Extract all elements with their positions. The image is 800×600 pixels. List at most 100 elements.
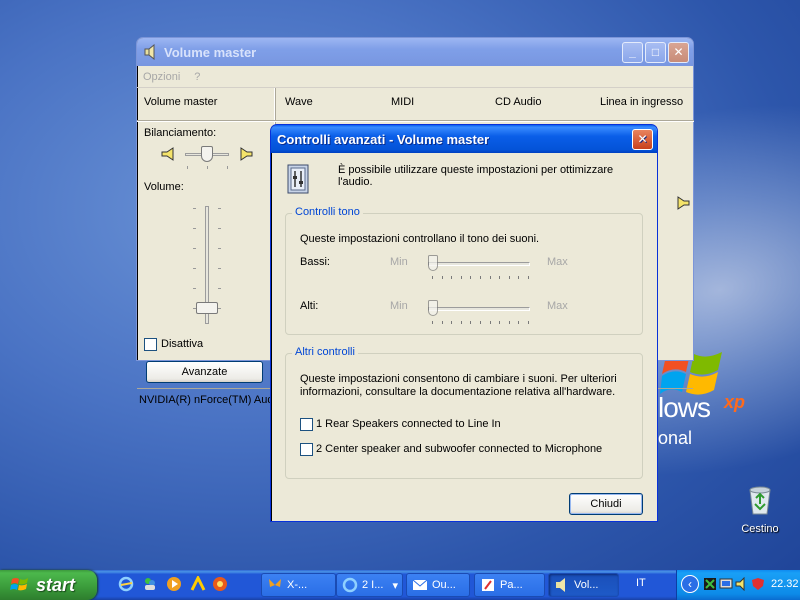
option-2-checkbox[interactable] — [300, 443, 313, 456]
slider-tick — [480, 276, 481, 279]
task-button-3[interactable]: Ou... — [406, 573, 470, 597]
task-label-2: 2 I... — [362, 579, 384, 591]
speaker-app-icon — [144, 44, 155, 60]
treble-label: Alti: — [300, 300, 319, 312]
task-button-4[interactable]: Pa... — [474, 573, 545, 597]
volume-task-icon — [556, 578, 565, 592]
minimize-button[interactable]: _ — [622, 41, 643, 63]
dialog-title: Controlli avanzati - Volume master — [277, 131, 490, 147]
tick — [218, 248, 221, 249]
dialog-intro-text: È possibile utilizzare queste impostazio… — [338, 164, 614, 188]
treble-slider-thumb[interactable] — [428, 300, 438, 316]
bass-max-label: Max — [547, 256, 568, 268]
treble-max-label: Max — [547, 300, 568, 312]
bass-slider-thumb[interactable] — [428, 255, 438, 271]
winamp-icon[interactable] — [190, 576, 206, 592]
bass-track — [428, 262, 530, 266]
bass-label: Bassi: — [300, 256, 330, 268]
slider-tick — [460, 276, 462, 279]
show-hidden-icons-button[interactable]: ‹ — [681, 575, 699, 593]
windows-flag-icon — [10, 578, 28, 591]
settings-tower-icon — [287, 164, 309, 194]
tone-controls-group: Controlli tono Queste impostazioni contr… — [285, 206, 643, 335]
dialog-body: È possibile utilizzare queste impostazio… — [271, 153, 657, 521]
menu-help[interactable]: ? — [194, 71, 200, 83]
recycle-bin-shortcut[interactable]: Cestino — [730, 482, 790, 535]
start-label: start — [36, 574, 76, 595]
slider-tick — [451, 276, 453, 279]
option-1-checkbox[interactable] — [300, 418, 313, 431]
tone-description: Queste impostazioni controllano il tono … — [300, 233, 540, 245]
security-icon[interactable] — [751, 577, 765, 591]
tick — [218, 208, 221, 209]
internet-explorer-icon[interactable] — [118, 576, 134, 592]
option-2-label[interactable]: 2 Center speaker and subwoofer connected… — [316, 443, 602, 455]
close-button[interactable]: ✕ — [668, 41, 689, 63]
clock[interactable]: 22.32 — [771, 578, 799, 590]
slider-tick — [432, 276, 433, 279]
tick — [218, 288, 221, 289]
balance-slider-thumb[interactable] — [201, 146, 213, 162]
slider-tick — [480, 321, 481, 324]
recycle-bin-icon — [749, 486, 771, 515]
mute-label: Disattiva — [161, 338, 204, 350]
media-player-icon[interactable] — [166, 576, 182, 592]
start-button[interactable]: start — [0, 570, 97, 600]
volume-label: Volume: — [144, 181, 184, 193]
tick — [218, 228, 221, 229]
messenger-icon[interactable] — [142, 576, 158, 592]
task-button-5[interactable]: Vol... — [548, 573, 619, 597]
advanced-button[interactable]: Avanzate — [146, 361, 263, 383]
column-header-cd-audio: CD Audio — [495, 96, 542, 108]
task-button-2[interactable]: 2 I... ▾ — [336, 573, 403, 597]
tick — [227, 166, 228, 169]
slider-tick — [499, 321, 501, 324]
mute-checkbox[interactable] — [144, 338, 157, 351]
network-icon[interactable] — [703, 577, 717, 591]
volume-master-titlebar[interactable]: Volume master _ □ ✕ — [137, 38, 693, 66]
dialog-close-button[interactable]: ✕ — [632, 128, 653, 150]
paint-icon — [482, 579, 494, 591]
tick — [218, 268, 221, 269]
master-volume-column: Volume master Bilanciamento: Volume: Dis… — [137, 88, 694, 351]
tick — [218, 308, 221, 309]
slider-tick — [518, 321, 520, 324]
slider-tick — [470, 276, 472, 279]
other-controls-legend: Altri controlli — [292, 346, 358, 358]
tick — [187, 166, 188, 169]
column-header-wave: Wave — [285, 96, 313, 108]
advanced-controls-dialog: Controlli avanzati - Volume master ✕ È p… — [270, 124, 658, 522]
task-label-4: Pa... — [500, 579, 523, 591]
display-icon[interactable] — [719, 577, 733, 591]
slider-tick — [508, 276, 510, 279]
maximize-button[interactable]: □ — [645, 41, 666, 63]
slider-tick — [432, 321, 433, 324]
balance-label: Bilanciamento: — [144, 127, 217, 139]
column-header-master: Volume master — [144, 96, 218, 108]
line-in-speaker-icon — [677, 196, 690, 210]
menu-options[interactable]: Opzioni — [143, 71, 180, 83]
slider-tick — [518, 276, 520, 279]
taskbar: start X-... 2 I... ▾ Ou... Pa... Vol... … — [0, 570, 800, 600]
task-label-3: Ou... — [432, 579, 456, 591]
volume-tray-icon[interactable] — [735, 577, 749, 591]
column-header-midi: MIDI — [391, 96, 415, 108]
dialog-titlebar[interactable]: Controlli avanzati - Volume master ✕ — [271, 125, 657, 153]
option-1-label[interactable]: 1 Rear Speakers connected to Line In — [316, 418, 501, 430]
slider-tick — [489, 321, 491, 324]
slider-tick — [528, 276, 529, 279]
tick — [193, 228, 196, 229]
slider-tick — [528, 321, 529, 324]
media-app-icon[interactable] — [212, 576, 228, 592]
ie-task-icon — [342, 577, 358, 593]
recycle-bin-label: Cestino — [741, 523, 779, 535]
close-dialog-button[interactable]: Chiudi — [569, 493, 643, 515]
outlook-icon — [412, 579, 428, 590]
other-controls-group: Altri controlli Queste impostazioni cons… — [285, 346, 643, 479]
task-label-5: Vol... — [574, 579, 599, 591]
task-button-1[interactable]: X-... — [261, 573, 336, 597]
slider-tick — [460, 321, 462, 324]
volume-slider-thumb[interactable] — [196, 302, 218, 314]
language-indicator[interactable]: IT — [636, 577, 646, 589]
menu-bar: Opzioni ? — [137, 66, 693, 88]
